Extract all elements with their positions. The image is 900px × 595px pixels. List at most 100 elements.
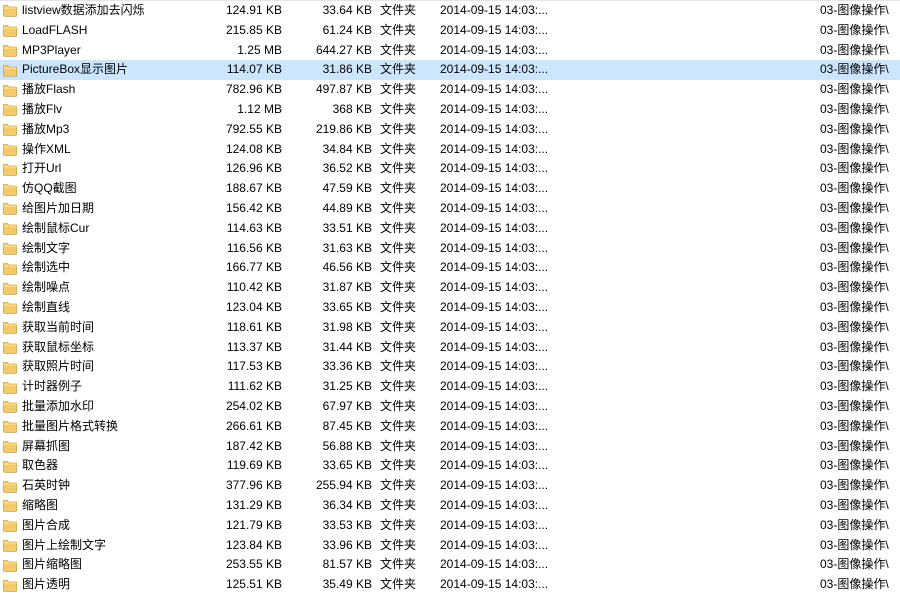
file-packed-size: 87.45 KB: [292, 417, 380, 436]
file-path: 03-图像操作\: [820, 397, 900, 416]
file-date: 2014-09-15 14:03:...: [440, 41, 645, 60]
file-date: 2014-09-15 14:03:...: [440, 476, 645, 495]
table-row[interactable]: 绘制直线123.04 KB33.65 KB文件夹2014-09-15 14:03…: [0, 298, 900, 318]
file-type: 文件夹: [380, 60, 440, 79]
file-date: 2014-09-15 14:03:...: [440, 555, 645, 574]
file-packed-size: 31.98 KB: [292, 318, 380, 337]
file-packed-size: 36.34 KB: [292, 496, 380, 515]
table-row[interactable]: listview数据添加去闪烁124.91 KB33.64 KB文件夹2014-…: [0, 1, 900, 21]
table-row[interactable]: 绘制选中166.77 KB46.56 KB文件夹2014-09-15 14:03…: [0, 258, 900, 278]
table-row[interactable]: 操作XML124.08 KB34.84 KB文件夹2014-09-15 14:0…: [0, 140, 900, 160]
table-row[interactable]: 播放Mp3792.55 KB219.86 KB文件夹2014-09-15 14:…: [0, 120, 900, 140]
file-size: 187.42 KB: [192, 437, 292, 456]
table-row[interactable]: 播放Flv1.12 MB368 KB文件夹2014-09-15 14:03:..…: [0, 100, 900, 120]
folder-icon: [2, 299, 18, 315]
table-row[interactable]: 批量图片格式转换266.61 KB87.45 KB文件夹2014-09-15 1…: [0, 417, 900, 437]
file-path: 03-图像操作\: [820, 258, 900, 277]
table-row[interactable]: 图片上绘制文字123.84 KB33.96 KB文件夹2014-09-15 14…: [0, 536, 900, 556]
file-packed-size: 44.89 KB: [292, 199, 380, 218]
file-size: 792.55 KB: [192, 120, 292, 139]
file-packed-size: 31.87 KB: [292, 278, 380, 297]
file-type: 文件夹: [380, 258, 440, 277]
file-type: 文件夹: [380, 496, 440, 515]
folder-icon: [2, 379, 18, 395]
table-row[interactable]: 给图片加日期156.42 KB44.89 KB文件夹2014-09-15 14:…: [0, 199, 900, 219]
table-row[interactable]: 图片缩略图253.55 KB81.57 KB文件夹2014-09-15 14:0…: [0, 555, 900, 575]
table-row[interactable]: 获取鼠标坐标113.37 KB31.44 KB文件夹2014-09-15 14:…: [0, 338, 900, 358]
file-name: 图片合成: [22, 516, 192, 535]
file-name: LoadFLASH: [22, 21, 192, 40]
file-name: 取色器: [22, 456, 192, 475]
file-path: 03-图像操作\: [820, 100, 900, 119]
table-row[interactable]: 石英时钟377.96 KB255.94 KB文件夹2014-09-15 14:0…: [0, 476, 900, 496]
file-date: 2014-09-15 14:03:...: [440, 377, 645, 396]
file-size: 131.29 KB: [192, 496, 292, 515]
file-date: 2014-09-15 14:03:...: [440, 496, 645, 515]
file-size: 266.61 KB: [192, 417, 292, 436]
file-size: 114.63 KB: [192, 219, 292, 238]
file-size: 116.56 KB: [192, 239, 292, 258]
table-row[interactable]: 仿QQ截图188.67 KB47.59 KB文件夹2014-09-15 14:0…: [0, 179, 900, 199]
file-type: 文件夹: [380, 456, 440, 475]
file-type: 文件夹: [380, 219, 440, 238]
table-row[interactable]: LoadFLASH215.85 KB61.24 KB文件夹2014-09-15 …: [0, 21, 900, 41]
folder-icon: [2, 220, 18, 236]
file-path: 03-图像操作\: [820, 516, 900, 535]
table-row[interactable]: 批量添加水印254.02 KB67.97 KB文件夹2014-09-15 14:…: [0, 397, 900, 417]
file-packed-size: 255.94 KB: [292, 476, 380, 495]
file-path: 03-图像操作\: [820, 496, 900, 515]
file-packed-size: 47.59 KB: [292, 179, 380, 198]
file-type: 文件夹: [380, 575, 440, 594]
file-date: 2014-09-15 14:03:...: [440, 100, 645, 119]
table-row[interactable]: 图片透明125.51 KB35.49 KB文件夹2014-09-15 14:03…: [0, 575, 900, 595]
file-packed-size: 33.65 KB: [292, 298, 380, 317]
file-name: 绘制文字: [22, 239, 192, 258]
file-date: 2014-09-15 14:03:...: [440, 80, 645, 99]
file-name: 石英时钟: [22, 476, 192, 495]
file-type: 文件夹: [380, 41, 440, 60]
folder-icon: [2, 181, 18, 197]
table-row[interactable]: 获取照片时间117.53 KB33.36 KB文件夹2014-09-15 14:…: [0, 357, 900, 377]
file-path: 03-图像操作\: [820, 357, 900, 376]
file-size: 254.02 KB: [192, 397, 292, 416]
table-row[interactable]: 取色器119.69 KB33.65 KB文件夹2014-09-15 14:03:…: [0, 456, 900, 476]
table-row[interactable]: PictureBox显示图片114.07 KB31.86 KB文件夹2014-0…: [0, 60, 900, 80]
file-path: 03-图像操作\: [820, 219, 900, 238]
folder-icon: [2, 497, 18, 513]
file-packed-size: 31.63 KB: [292, 239, 380, 258]
file-date: 2014-09-15 14:03:...: [440, 338, 645, 357]
file-date: 2014-09-15 14:03:...: [440, 298, 645, 317]
file-name: 缩略图: [22, 496, 192, 515]
folder-icon: [2, 42, 18, 58]
table-row[interactable]: 屏幕抓图187.42 KB56.88 KB文件夹2014-09-15 14:03…: [0, 437, 900, 457]
file-path: 03-图像操作\: [820, 476, 900, 495]
table-row[interactable]: 图片合成121.79 KB33.53 KB文件夹2014-09-15 14:03…: [0, 516, 900, 536]
table-row[interactable]: 缩略图131.29 KB36.34 KB文件夹2014-09-15 14:03:…: [0, 496, 900, 516]
folder-icon: [2, 200, 18, 216]
table-row[interactable]: 绘制噪点110.42 KB31.87 KB文件夹2014-09-15 14:03…: [0, 278, 900, 298]
table-row[interactable]: 获取当前时间118.61 KB31.98 KB文件夹2014-09-15 14:…: [0, 318, 900, 338]
file-path: 03-图像操作\: [820, 140, 900, 159]
file-date: 2014-09-15 14:03:...: [440, 437, 645, 456]
file-size: 114.07 KB: [192, 60, 292, 79]
table-row[interactable]: 绘制鼠标Cur114.63 KB33.51 KB文件夹2014-09-15 14…: [0, 219, 900, 239]
file-name: listview数据添加去闪烁: [22, 1, 192, 20]
table-row[interactable]: 绘制文字116.56 KB31.63 KB文件夹2014-09-15 14:03…: [0, 239, 900, 259]
file-packed-size: 35.49 KB: [292, 575, 380, 594]
file-list[interactable]: listview数据添加去闪烁124.91 KB33.64 KB文件夹2014-…: [0, 0, 900, 595]
file-size: 782.96 KB: [192, 80, 292, 99]
file-path: 03-图像操作\: [820, 555, 900, 574]
folder-icon: [2, 161, 18, 177]
file-packed-size: 56.88 KB: [292, 437, 380, 456]
file-name: 仿QQ截图: [22, 179, 192, 198]
table-row[interactable]: 打开Url126.96 KB36.52 KB文件夹2014-09-15 14:0…: [0, 159, 900, 179]
file-size: 110.42 KB: [192, 278, 292, 297]
folder-icon: [2, 22, 18, 38]
file-packed-size: 33.96 KB: [292, 536, 380, 555]
table-row[interactable]: 计时器例子111.62 KB31.25 KB文件夹2014-09-15 14:0…: [0, 377, 900, 397]
folder-icon: [2, 557, 18, 573]
file-date: 2014-09-15 14:03:...: [440, 516, 645, 535]
table-row[interactable]: MP3Player1.25 MB644.27 KB文件夹2014-09-15 1…: [0, 41, 900, 61]
file-name: 批量图片格式转换: [22, 417, 192, 436]
table-row[interactable]: 播放Flash782.96 KB497.87 KB文件夹2014-09-15 1…: [0, 80, 900, 100]
